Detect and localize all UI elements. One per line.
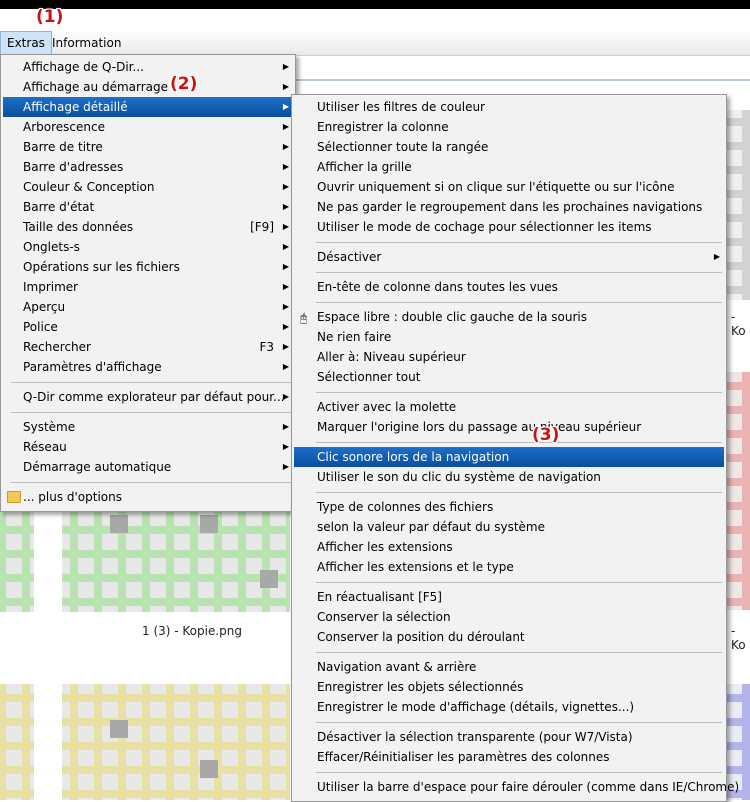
submenu-item[interactable]: Afficher les extensions et le type [294,557,724,577]
menu-separator [316,652,722,653]
chevron-right-icon: ▶ [282,242,289,251]
chevron-right-icon: ▶ [282,142,289,151]
chevron-right-icon: ▶ [282,342,289,351]
submenu-item[interactable]: Enregistrer le mode d'affichage (détails… [294,697,724,717]
menu-item-qdir-explorateur[interactable]: Q-Dir comme explorateur par défaut pour.… [3,387,293,407]
menu-bar: Extras Information [0,31,750,56]
chevron-right-icon: ▶ [282,102,289,111]
extras-dropdown-menu: Affichage de Q-Dir... ▶ Affichage au déma… [0,54,296,512]
title-bar-strip [0,0,750,9]
submenu-item[interactable]: Utiliser le son du clic du système de na… [294,467,724,487]
menu-extras[interactable]: Extras [0,31,52,55]
menu-item-parametres-affichage[interactable]: Paramètres d'affichage ▶ [3,357,293,377]
submenu-item[interactable]: selon la valeur par défaut du système [294,517,724,537]
submenu-item[interactable]: Effacer/Réinitialiser les paramètres des… [294,747,724,767]
chevron-right-icon: ▶ [282,182,289,191]
menu-item-taille-donnees[interactable]: Taille des données [F9] ▶ [3,217,293,237]
chevron-right-icon: ▶ [282,322,289,331]
menu-item-barre-adresses[interactable]: Barre d'adresses ▶ [3,157,293,177]
menu-item-demarrage-auto[interactable]: Démarrage automatique ▶ [3,457,293,477]
submenu-item[interactable]: En-tête de colonne dans toutes les vues [294,277,724,297]
chevron-right-icon: ▶ [282,202,289,211]
menu-separator [11,382,291,383]
menu-separator [11,482,291,483]
menu-separator [316,772,722,773]
menu-separator [316,442,722,443]
submenu-item[interactable]: Ouvrir uniquement si on clique sur l'éti… [294,177,724,197]
submenu-item[interactable]: Type de colonnes des fichiers [294,497,724,517]
menu-item-onglets[interactable]: Onglets-s ▶ [3,237,293,257]
chevron-right-icon: ▶ [282,362,289,371]
submenu-item[interactable]: Conserver la position du déroulant [294,627,724,647]
menu-separator [316,492,722,493]
annotation-marker-1: (1) [36,7,64,27]
submenu-item[interactable]: Utiliser le mode de cochage pour sélecti… [294,217,724,237]
submenu-item[interactable]: Utiliser la barre d'espace pour faire dé… [294,777,739,797]
mouse-icon: 🖰 [300,311,308,325]
submenu-item[interactable]: Sélectionner toute la rangée [294,137,724,157]
menu-item-affichage-q-dir[interactable]: Affichage de Q-Dir... ▶ [3,57,293,77]
thumbnail-caption-right-1: - Ko [731,310,746,338]
annotation-marker-2: (2) [170,74,198,94]
submenu-item[interactable]: Marquer l'origine lors du passage au niv… [294,417,724,437]
menu-item-police[interactable]: Police ▶ [3,317,293,337]
menu-separator [316,392,722,393]
menu-item-barre-etat[interactable]: Barre d'état ▶ [3,197,293,217]
submenu-item[interactable]: En réactualisant [F5] [294,587,724,607]
affichage-detaille-submenu: Utiliser les filtres de couleur Enregist… [291,94,739,802]
menu-separator [11,412,291,413]
chevron-right-icon: ▶ [282,282,289,291]
submenu-item[interactable]: Enregistrer la colonne [294,117,724,137]
submenu-item[interactable]: Utiliser les filtres de couleur [294,97,724,117]
chevron-right-icon: ▶ [282,442,289,451]
chevron-right-icon: ▶ [282,392,289,401]
folder-icon [7,491,21,503]
submenu-item[interactable]: Ne pas garder le regroupement dans les p… [294,197,724,217]
submenu-item-clic-sonore[interactable]: Clic sonore lors de la navigation [294,447,724,467]
menu-item-apercu[interactable]: Aperçu ▶ [3,297,293,317]
menu-item-rechercher[interactable]: Rechercher F3 ▶ [3,337,293,357]
menu-separator [316,722,722,723]
chevron-right-icon: ▶ [282,222,289,231]
submenu-item[interactable]: Ne rien faire [294,327,724,347]
submenu-item[interactable]: Enregistrer les objets sélectionnés [294,677,724,697]
submenu-item[interactable]: Afficher la grille [294,157,724,177]
submenu-item[interactable]: Désactiver la sélection transparente (po… [294,727,724,747]
chevron-right-icon: ▶ [282,462,289,471]
menu-item-systeme[interactable]: Système ▶ [3,417,293,437]
thumbnail-caption-right-2: - Ko [731,624,746,652]
submenu-item[interactable]: Conserver la sélection [294,607,724,627]
submenu-item[interactable]: Aller à: Niveau supérieur [294,347,724,367]
chevron-right-icon: ▶ [282,262,289,271]
submenu-item[interactable]: 🖰 Espace libre : double clic gauche de la… [294,307,724,327]
menu-separator [316,302,722,303]
submenu-item[interactable]: Navigation avant & arrière [294,657,724,677]
submenu-item[interactable]: Activer avec la molette [294,397,724,417]
menu-item-operations-fichiers[interactable]: Opérations sur les fichiers ▶ [3,257,293,277]
chevron-right-icon: ▶ [282,162,289,171]
submenu-item-desactiver[interactable]: Désactiver ▶ [294,247,724,267]
annotation-marker-3: (3) [532,425,560,445]
menu-item-couleur-conception[interactable]: Couleur & Conception ▶ [3,177,293,197]
menu-item-barre-titre[interactable]: Barre de titre ▶ [3,137,293,157]
menu-item-reseau[interactable]: Réseau ▶ [3,437,293,457]
menu-item-arborescence[interactable]: Arborescence ▶ [3,117,293,137]
chevron-right-icon: ▶ [282,122,289,131]
submenu-item[interactable]: Sélectionner tout [294,367,724,387]
menu-separator [316,582,722,583]
chevron-right-icon: ▶ [282,422,289,431]
menu-information[interactable]: Information [46,31,127,55]
chevron-right-icon: ▶ [282,302,289,311]
menu-separator [316,272,722,273]
menu-separator [316,242,722,243]
menu-item-affichage-demarrage[interactable]: Affichage au démarrage ▶ [3,77,293,97]
menu-item-plus-options[interactable]: ... plus d'options [3,487,293,507]
chevron-right-icon: ▶ [282,82,289,91]
chevron-right-icon: ▶ [713,252,720,261]
menu-item-imprimer[interactable]: Imprimer ▶ [3,277,293,297]
thumbnail-caption: 1 (3) - Kopie.png [142,624,243,638]
chevron-right-icon: ▶ [282,62,289,71]
menu-item-affichage-detaille[interactable]: Affichage détaillé ▶ [3,97,293,117]
submenu-item[interactable]: Afficher les extensions [294,537,724,557]
